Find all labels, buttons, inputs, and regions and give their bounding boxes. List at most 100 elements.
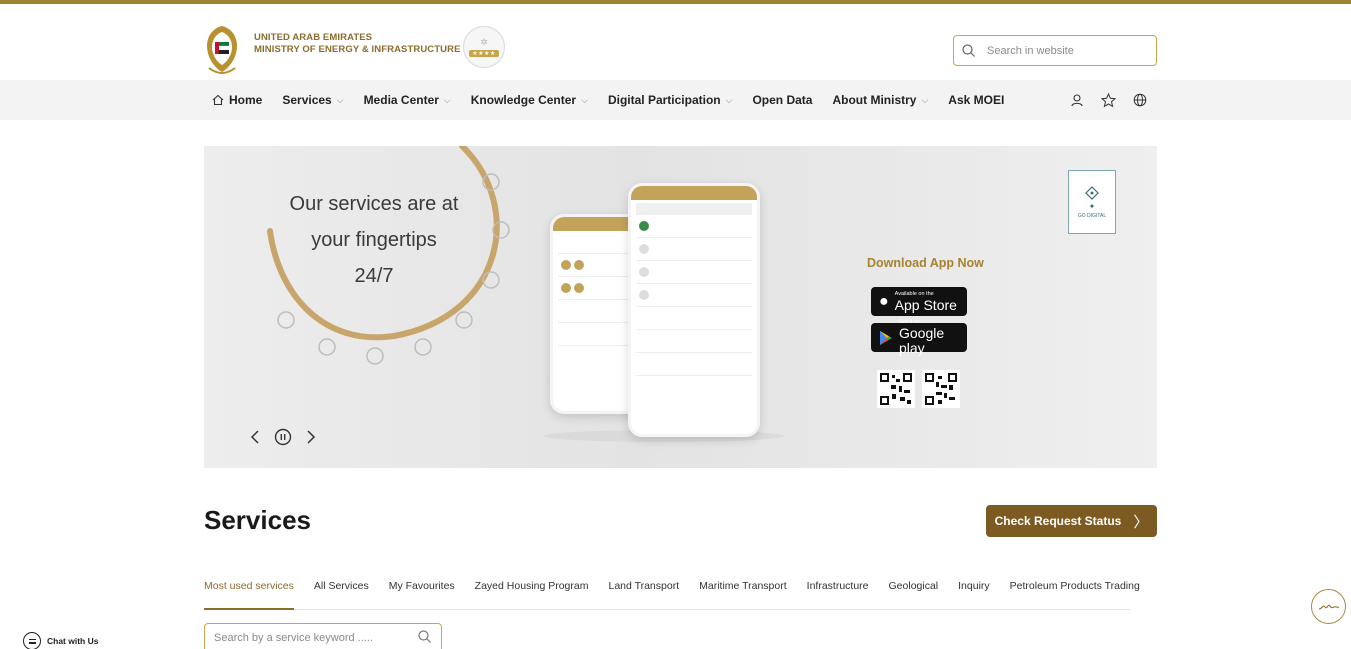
phone-row bbox=[636, 287, 752, 307]
app-store-big-label: App Store bbox=[894, 296, 957, 313]
tab-zayed-housing-program[interactable]: Zayed Housing Program bbox=[475, 577, 589, 610]
chevron-down-icon: ⌵ bbox=[443, 94, 451, 105]
digital-badge-arabic-logo: ✦ bbox=[1088, 201, 1096, 211]
uae-emblem-logo[interactable] bbox=[203, 22, 241, 76]
qr-code-android bbox=[922, 370, 960, 408]
phone-row bbox=[636, 218, 752, 238]
tab-infrastructure[interactable]: Infrastructure bbox=[807, 577, 869, 610]
site-search-box[interactable] bbox=[953, 35, 1157, 66]
nav-item-knowledge-center[interactable]: Knowledge Center ⌵ bbox=[471, 93, 588, 107]
ministry-name[interactable]: UNITED ARAB EMIRATES MINISTRY OF ENERGY … bbox=[254, 32, 461, 56]
nav-label-about-ministry: About Ministry bbox=[832, 93, 917, 107]
nav-utility-icons bbox=[1070, 80, 1164, 120]
nav-item-open-data[interactable]: Open Data bbox=[752, 93, 812, 107]
chevron-down-icon: ⌵ bbox=[336, 94, 344, 105]
globe-icon[interactable] bbox=[1133, 93, 1147, 107]
app-phone-mockup-front bbox=[628, 183, 760, 437]
tab-most-used-services[interactable]: Most used services bbox=[204, 577, 294, 610]
phone-row bbox=[636, 356, 752, 376]
download-app-title: Download App Now bbox=[867, 256, 984, 270]
qr-code-ios bbox=[877, 370, 915, 408]
digital-hand-icon bbox=[1084, 185, 1100, 200]
services-tabs: Most used services All Services My Favou… bbox=[204, 577, 1140, 610]
app-store-button[interactable]: ● Available on the App Store bbox=[871, 287, 967, 316]
tab-land-transport[interactable]: Land Transport bbox=[608, 577, 679, 610]
carousel-pause-icon[interactable] bbox=[274, 428, 292, 446]
hero-headline-line-2: your fingertips bbox=[311, 229, 437, 251]
badge-label: GO DIGITAL bbox=[1077, 212, 1107, 219]
google-play-text: Get it on Google play bbox=[899, 319, 967, 356]
service-dot-icon bbox=[574, 260, 584, 270]
app-store-text: Available on the App Store bbox=[895, 291, 957, 313]
chevron-down-icon: ⌵ bbox=[581, 94, 588, 105]
nav-item-digital-participation[interactable]: Digital Participation ⌵ bbox=[608, 93, 733, 107]
check-request-status-button[interactable]: Check Request Status 〉 bbox=[986, 505, 1157, 537]
phone-row bbox=[636, 203, 752, 215]
chevron-right-icon: 〉 bbox=[1133, 513, 1149, 531]
phone-row bbox=[636, 241, 752, 261]
nav-label-open-data: Open Data bbox=[752, 93, 813, 107]
hero-headline: Our services are at your fingertips 24/7 bbox=[204, 186, 544, 294]
nav-label-digital-participation: Digital Participation bbox=[607, 93, 721, 107]
tab-my-favourites[interactable]: My Favourites bbox=[389, 577, 455, 610]
hero-banner[interactable]: Our services are at your fingertips 24/7… bbox=[204, 146, 1157, 468]
site-header: UNITED ARAB EMIRATES MINISTRY OF ENERGY … bbox=[0, 4, 1351, 80]
main-navigation: Home Services ⌵ Media Center ⌵ Knowledge C… bbox=[0, 80, 1351, 120]
google-play-big-label: Google play bbox=[899, 325, 945, 356]
nav-item-home[interactable]: Home bbox=[212, 93, 262, 107]
chevron-down-icon: ⌵ bbox=[921, 94, 929, 105]
tab-all-services[interactable]: All Services bbox=[314, 577, 369, 610]
four-stars-icon: ★★★★ bbox=[469, 50, 499, 57]
search-icon bbox=[962, 44, 975, 57]
nav-item-about-ministry[interactable]: About Ministry ⌵ bbox=[832, 93, 928, 107]
service-search-box[interactable] bbox=[204, 623, 442, 649]
nav-label-ask-moei: Ask MOEI bbox=[948, 93, 1005, 107]
phone-header-bar bbox=[631, 186, 757, 200]
tab-geological[interactable]: Geological bbox=[889, 577, 939, 610]
tab-petroleum-products-trading[interactable]: Petroleum Products Trading bbox=[1010, 577, 1140, 610]
chat-label: Chat with Us bbox=[47, 636, 99, 646]
chevron-down-icon: ⌵ bbox=[725, 94, 733, 105]
star-icon[interactable] bbox=[1101, 92, 1116, 108]
star-rating-badge: ✲ ★★★★ bbox=[463, 26, 505, 68]
search-icon[interactable] bbox=[418, 630, 431, 643]
service-dot-icon bbox=[639, 290, 649, 300]
chat-with-us-widget[interactable]: Chat with Us bbox=[23, 632, 98, 649]
check-request-status-label: Check Request Status bbox=[994, 514, 1122, 528]
home-icon bbox=[212, 94, 224, 106]
carousel-controls bbox=[250, 428, 330, 446]
nav-label-home: Home bbox=[229, 93, 263, 107]
signature-icon bbox=[1318, 601, 1340, 613]
hero-headline-line-1: Our services are at bbox=[289, 193, 459, 215]
user-icon[interactable] bbox=[1070, 93, 1084, 107]
tab-maritime-transport[interactable]: Maritime Transport bbox=[699, 577, 787, 610]
google-play-icon bbox=[879, 330, 893, 346]
service-dot-icon bbox=[639, 244, 649, 254]
site-search-input[interactable] bbox=[987, 44, 1137, 57]
apple-icon: ● bbox=[879, 292, 889, 310]
nav-label-media-center: Media Center bbox=[363, 93, 439, 107]
service-dot-icon bbox=[639, 267, 649, 277]
nav-label-knowledge-center: Knowledge Center bbox=[470, 93, 577, 107]
phone-row bbox=[636, 333, 752, 353]
service-search-input[interactable] bbox=[214, 632, 414, 644]
nav-item-ask-moei[interactable]: Ask MOEI bbox=[948, 93, 1004, 107]
tab-inquiry[interactable]: Inquiry bbox=[958, 577, 990, 610]
service-dot-icon bbox=[639, 221, 649, 231]
nav-label-services: Services bbox=[282, 93, 332, 107]
google-play-button[interactable]: Get it on Google play bbox=[871, 319, 967, 356]
service-dot-icon bbox=[574, 283, 584, 293]
phone-row bbox=[636, 264, 752, 284]
nav-item-services[interactable]: Services ⌵ bbox=[282, 93, 343, 107]
services-heading: Services bbox=[204, 505, 311, 535]
nav-item-media-center[interactable]: Media Center ⌵ bbox=[364, 93, 451, 107]
org-line-2: MINISTRY OF ENERGY & INFRASTRUCTURE bbox=[254, 44, 461, 55]
carousel-next-icon[interactable] bbox=[306, 430, 316, 444]
hero-headline-line-3: 24/7 bbox=[354, 265, 394, 287]
go-digital-badge: ✦ GO DIGITAL bbox=[1068, 170, 1116, 234]
org-line-1: UNITED ARAB EMIRATES bbox=[254, 32, 373, 43]
nav-items: Home Services ⌵ Media Center ⌵ Knowledge C… bbox=[212, 80, 1024, 120]
service-dot-icon bbox=[561, 260, 571, 270]
carousel-prev-icon[interactable] bbox=[250, 430, 260, 444]
floating-signature-button[interactable] bbox=[1311, 589, 1346, 624]
